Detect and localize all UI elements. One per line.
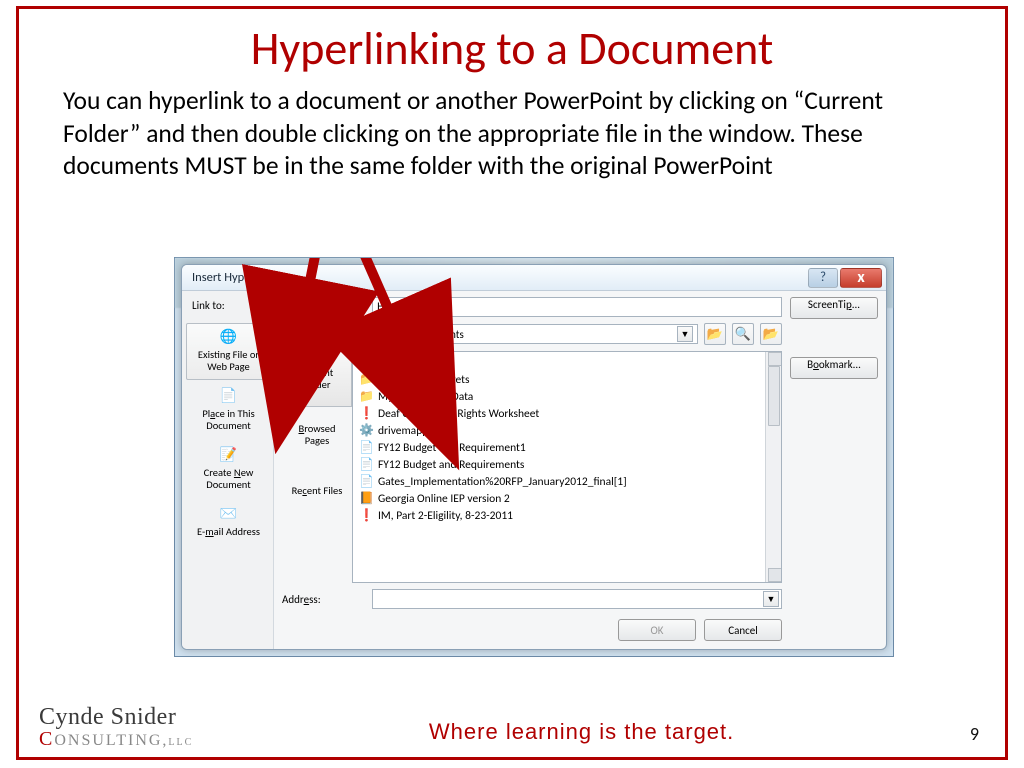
right-button-column: ScreenTip... Bookmark... [790, 291, 886, 649]
look-in-row: Look in: 📁 My Documents ▼ 📂 🔍 📂 [282, 323, 782, 345]
file-name: IM, Part 2-Eligility, 8-23-2011 [378, 509, 513, 523]
linkto-email[interactable]: ✉️ E-mail Address [186, 500, 271, 545]
dialog-titlebar: Insert Hyperlink ? x [182, 265, 886, 291]
envelope-icon: ✉️ [220, 505, 238, 523]
text-to-display-label: Text to display: [282, 301, 366, 314]
dropdown-arrow-icon: ▼ [763, 591, 779, 607]
slide-body-text: You can hyperlink to a document or anoth… [19, 83, 1005, 183]
file-name: FY12 Budget and Requirement1 [378, 441, 526, 455]
slide-title: Hyperlinking to a Document [19, 9, 1005, 83]
file-name: Deaf Child Bill of Rights Worksheet [378, 407, 539, 421]
address-row: Address: ▼ [282, 589, 782, 609]
folder-icon: 📁 [377, 327, 392, 342]
file-row[interactable]: 📄 FY12 Budget and Requirements [353, 456, 765, 473]
file-row[interactable]: 📁 My Google Gadgets [353, 371, 765, 388]
linkto-existing-file[interactable]: 🌐 Existing File or Web Page [186, 323, 271, 380]
slide-frame: Hyperlinking to a Document You can hyper… [16, 6, 1008, 760]
browse-web-button[interactable]: 🔍 [732, 323, 754, 345]
link-to-label: Link to: [192, 299, 225, 312]
folder-view-nav: Current Folder Browsed Pages Recent File… [282, 351, 352, 583]
open-folder-icon: 📂 [763, 327, 779, 342]
logo-consulting: CONSULTING,LLC [39, 729, 193, 749]
file-row[interactable]: 📄 FY12 Budget and Requirement1 [353, 439, 765, 456]
recent-files-button[interactable]: Recent Files [282, 463, 352, 519]
text-to-display-input[interactable] [372, 297, 782, 317]
folder-icon: 📁 [359, 355, 374, 370]
logo: Cynde Snider CONSULTING,LLC [39, 705, 193, 749]
dialog-footer: OK Cancel [282, 615, 782, 641]
file-row[interactable]: 📄 Gates_Implementation%20RFP_January2012_… [353, 473, 765, 490]
file-name: drivemapper [378, 424, 438, 438]
document-icon: 📄 [220, 387, 238, 405]
file-row[interactable]: ⚙️ drivemapper [353, 422, 765, 439]
up-folder-button[interactable]: 📂 [704, 323, 726, 345]
file-row[interactable]: 📙 Georgia Online IEP version 2 [353, 490, 765, 507]
file-name: Gates_Implementation%20RFP_January2012_f… [378, 475, 627, 489]
logo-name: Cynde Snider [39, 705, 193, 729]
help-button[interactable]: ? [808, 268, 838, 288]
pdf-icon: ❗ [359, 406, 374, 421]
linkto-place-in-doc[interactable]: 📄 Place in This Document [186, 382, 271, 439]
ppt-icon: 📙 [359, 491, 374, 506]
look-in-dropdown[interactable]: 📁 My Documents ▼ [372, 324, 698, 344]
file-row[interactable]: ❗ IM, Part 2-Eligility, 8-23-2011 [353, 507, 765, 524]
ok-button[interactable]: OK [618, 619, 696, 641]
file-row[interactable]: 📁 BlackBerry [353, 354, 765, 371]
dialog-main-column: Text to display: Look in: 📁 My Documents… [274, 291, 790, 649]
doc-icon: 📄 [359, 440, 374, 455]
browsed-pages-button[interactable]: Browsed Pages [282, 407, 352, 463]
file-row[interactable]: ❗ Deaf Child Bill of Rights Worksheet [353, 405, 765, 422]
screentip-button[interactable]: ScreenTip... [790, 297, 878, 319]
address-label: Address: [282, 593, 366, 606]
linkto-create-new[interactable]: 📝 Create New Document [186, 441, 271, 498]
dialog-title: Insert Hyperlink [192, 270, 273, 285]
text-to-display-row: Text to display: [282, 297, 782, 317]
look-in-label: Look in: [282, 328, 366, 341]
folder-icon: 📁 [359, 372, 374, 387]
file-name: Georgia Online IEP version 2 [378, 492, 510, 506]
file-name: FY12 Budget and Requirements [378, 458, 524, 472]
bookmark-button[interactable]: Bookmark... [790, 357, 878, 379]
up-folder-icon: 📂 [707, 327, 723, 342]
doc-icon: 📄 [359, 474, 374, 489]
address-dropdown[interactable]: ▼ [372, 589, 782, 609]
close-button[interactable]: x [840, 268, 882, 288]
file-name: My Google Gadgets [378, 373, 470, 387]
file-name: My SurveyGold Data [378, 390, 473, 404]
globe-page-icon: 🌐 [220, 328, 238, 346]
browse-file-button[interactable]: 📂 [760, 323, 782, 345]
dialog-screenshot: Hyperlinking Slides Insert Hyperlink ? x… [174, 257, 894, 657]
current-folder-button[interactable]: Current Folder [282, 351, 352, 407]
folder-icon: 📁 [359, 389, 374, 404]
doc-icon: 📄 [359, 457, 374, 472]
file-list[interactable]: 📁 BlackBerry 📁 My Google Gadgets 📁 My SurveyG… [352, 351, 782, 583]
scrollbar[interactable] [765, 352, 781, 582]
slide-footer: Cynde Snider CONSULTING,LLC Where learni… [39, 705, 985, 749]
dropdown-arrow-icon: ▼ [677, 326, 693, 342]
file-row[interactable]: 📁 My SurveyGold Data [353, 388, 765, 405]
page-number: 9 [970, 723, 985, 749]
browse-area: Current Folder Browsed Pages Recent File… [282, 351, 782, 583]
file-name: BlackBerry [378, 356, 428, 370]
pdf-icon: ❗ [359, 508, 374, 523]
new-document-icon: 📝 [220, 446, 238, 464]
tagline: Where learning is the target. [193, 719, 970, 749]
insert-hyperlink-dialog: Insert Hyperlink ? x Link to: 🌐 Existing… [181, 264, 887, 650]
app-icon: ⚙️ [359, 423, 374, 438]
magnifier-icon: 🔍 [735, 327, 751, 342]
link-to-column: Link to: 🌐 Existing File or Web Page 📄 P… [182, 291, 274, 649]
cancel-button[interactable]: Cancel [704, 619, 782, 641]
